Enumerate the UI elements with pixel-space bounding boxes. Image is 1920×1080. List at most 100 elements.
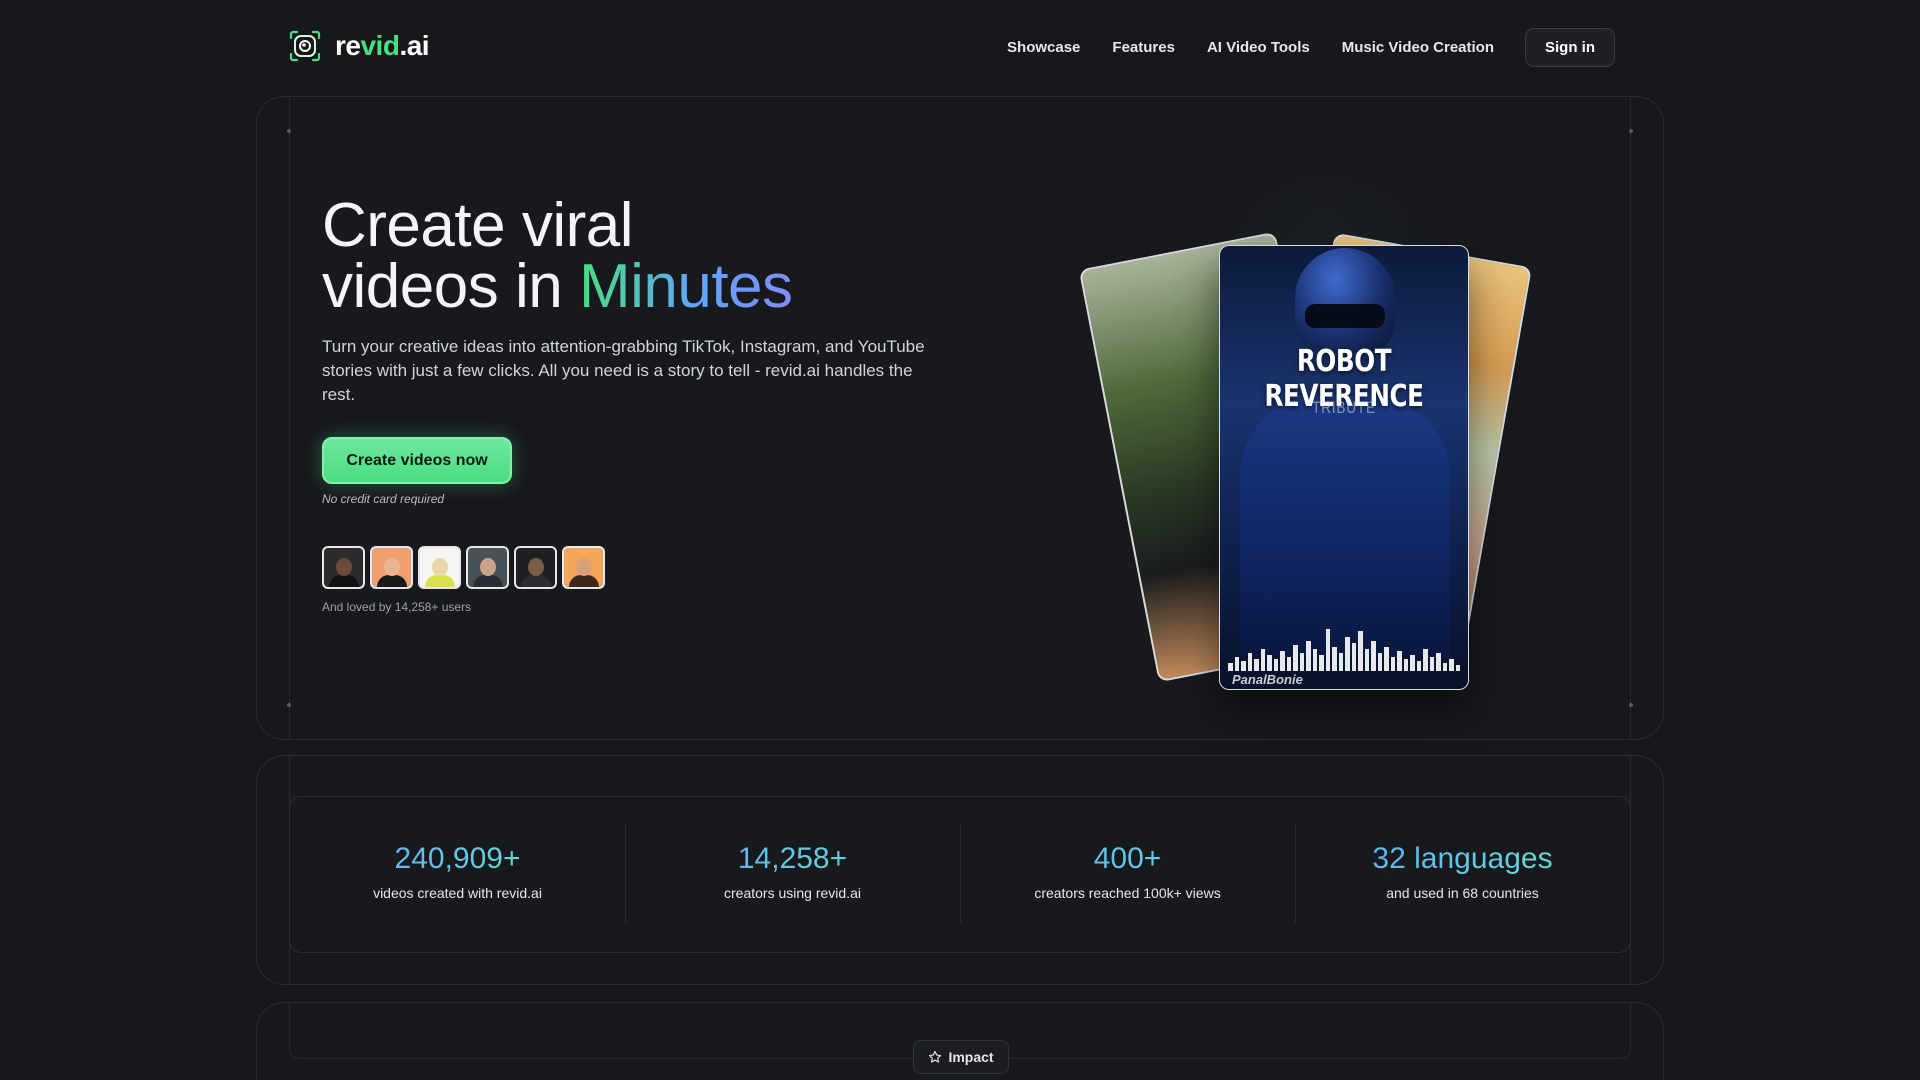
waveform-bar bbox=[1442, 663, 1447, 671]
waveform-bar bbox=[1364, 649, 1369, 671]
waveform-bar bbox=[1429, 657, 1434, 671]
avatar-body bbox=[520, 575, 551, 587]
waveform-bar bbox=[1241, 661, 1246, 671]
waveform-bar bbox=[1416, 661, 1421, 671]
avatar-head bbox=[575, 558, 592, 576]
waveform-bar bbox=[1455, 665, 1460, 671]
stats-box: 240,909+ videos created with revid.ai 14… bbox=[289, 796, 1631, 953]
loved-by-text: And loved by 14,258+ users bbox=[322, 600, 472, 614]
waveform-bar bbox=[1267, 655, 1272, 671]
stat-reach: 400+ creators reached 100k+ views bbox=[960, 797, 1295, 952]
waveform-bar bbox=[1312, 649, 1317, 671]
hero-title-line2: videos in bbox=[322, 252, 579, 321]
waveform-bar bbox=[1449, 659, 1454, 671]
waveform-bar bbox=[1377, 653, 1382, 671]
impact-section: Impact bbox=[256, 1002, 1664, 1080]
waveform-bar bbox=[1371, 641, 1376, 671]
waveform-bar bbox=[1260, 649, 1265, 671]
avatar-body bbox=[328, 575, 359, 587]
avatar-body bbox=[568, 575, 599, 587]
waveform-bar bbox=[1403, 659, 1408, 671]
stat-videos: 240,909+ videos created with revid.ai bbox=[290, 797, 625, 952]
card-figure-visor bbox=[1305, 304, 1385, 328]
waveform-bar bbox=[1247, 653, 1252, 671]
card-figure-jacket bbox=[1240, 396, 1450, 656]
hero-title-highlight: Minutes bbox=[578, 252, 793, 321]
waveform-bar bbox=[1410, 655, 1415, 671]
waveform-bar bbox=[1280, 651, 1285, 671]
nav-link-music-video-creation[interactable]: Music Video Creation bbox=[1342, 39, 1494, 56]
waveform-bar bbox=[1273, 659, 1278, 671]
corner-dot bbox=[1629, 703, 1633, 707]
waveform-bar bbox=[1390, 657, 1395, 671]
audio-waveform bbox=[1228, 621, 1460, 671]
user-avatar bbox=[514, 546, 557, 589]
user-avatars bbox=[322, 546, 605, 589]
corner-dot bbox=[1629, 129, 1633, 133]
waveform-bar bbox=[1423, 649, 1428, 671]
stat-label: creators using revid.ai bbox=[724, 885, 861, 901]
stat-value: 240,909+ bbox=[290, 841, 625, 877]
stat-value: 14,258+ bbox=[625, 841, 960, 877]
video-cards-showcase: ROBOT REVERENCE TRIBUTE PanalBonie bbox=[1057, 157, 1537, 690]
nav-link-ai-video-tools[interactable]: AI Video Tools bbox=[1207, 39, 1310, 56]
user-avatar bbox=[418, 546, 461, 589]
logo-text: revid.ai bbox=[335, 30, 430, 61]
avatar-head bbox=[527, 558, 544, 576]
user-avatar bbox=[562, 546, 605, 589]
waveform-bar bbox=[1293, 645, 1298, 671]
waveform-bar bbox=[1436, 653, 1441, 671]
logo[interactable]: revid.ai bbox=[287, 28, 430, 64]
avatar-head bbox=[383, 558, 400, 576]
avatar-head bbox=[431, 558, 448, 576]
user-avatar bbox=[370, 546, 413, 589]
impact-badge: Impact bbox=[913, 1040, 1009, 1074]
hero-title: Create viral videos in Minutes bbox=[322, 195, 793, 318]
no-credit-card-note: No credit card required bbox=[322, 492, 445, 506]
stat-value: 32 languages bbox=[1295, 841, 1630, 877]
star-icon bbox=[929, 1050, 942, 1063]
waveform-bar bbox=[1351, 643, 1356, 671]
corner-dot bbox=[287, 703, 291, 707]
waveform-bar bbox=[1299, 653, 1304, 671]
card-figure-helmet bbox=[1295, 248, 1395, 353]
waveform-bar bbox=[1228, 663, 1233, 671]
avatar-head bbox=[335, 558, 352, 576]
waveform-bar bbox=[1345, 637, 1350, 671]
waveform-bar bbox=[1332, 647, 1337, 671]
avatar-body bbox=[376, 575, 407, 587]
waveform-bar bbox=[1306, 641, 1311, 671]
stats-section: 240,909+ videos created with revid.ai 14… bbox=[256, 755, 1664, 985]
waveform-bar bbox=[1384, 647, 1389, 671]
sign-in-button[interactable]: Sign in bbox=[1525, 28, 1615, 67]
hero-title-line1: Create viral bbox=[322, 191, 634, 260]
stat-label: and used in 68 countries bbox=[1386, 885, 1539, 901]
nav-link-showcase[interactable]: Showcase bbox=[1007, 39, 1080, 56]
waveform-bar bbox=[1397, 651, 1402, 671]
waveform-bar bbox=[1338, 653, 1343, 671]
avatar-head bbox=[479, 558, 496, 576]
user-avatar bbox=[322, 546, 365, 589]
waveform-bar bbox=[1234, 657, 1239, 671]
create-videos-button[interactable]: Create videos now bbox=[322, 437, 512, 484]
stat-value: 400+ bbox=[960, 841, 1295, 877]
corner-dot bbox=[287, 129, 291, 133]
logo-icon bbox=[289, 30, 321, 62]
impact-badge-label: Impact bbox=[948, 1049, 994, 1065]
user-avatar bbox=[466, 546, 509, 589]
video-card-featured[interactable]: ROBOT REVERENCE TRIBUTE PanalBonie bbox=[1219, 245, 1469, 690]
main-nav: Showcase Features AI Video Tools Music V… bbox=[1007, 28, 1615, 67]
card-subtitle: TRIBUTE bbox=[1312, 398, 1376, 417]
card-brand-tag: PanalBonie bbox=[1232, 672, 1303, 687]
site-header: revid.ai Showcase Features AI Video Tool… bbox=[0, 0, 1920, 96]
waveform-bar bbox=[1254, 659, 1259, 671]
avatar-body bbox=[424, 575, 455, 587]
stat-languages: 32 languages and used in 68 countries bbox=[1295, 797, 1630, 952]
waveform-bar bbox=[1319, 655, 1324, 671]
waveform-bar bbox=[1286, 657, 1291, 671]
nav-link-features[interactable]: Features bbox=[1112, 39, 1175, 56]
hero-subtitle: Turn your creative ideas into attention-… bbox=[322, 337, 925, 404]
waveform-bar bbox=[1358, 631, 1363, 671]
stat-creators: 14,258+ creators using revid.ai bbox=[625, 797, 960, 952]
hero-section: Create viral videos in Minutes Turn your… bbox=[256, 96, 1664, 740]
